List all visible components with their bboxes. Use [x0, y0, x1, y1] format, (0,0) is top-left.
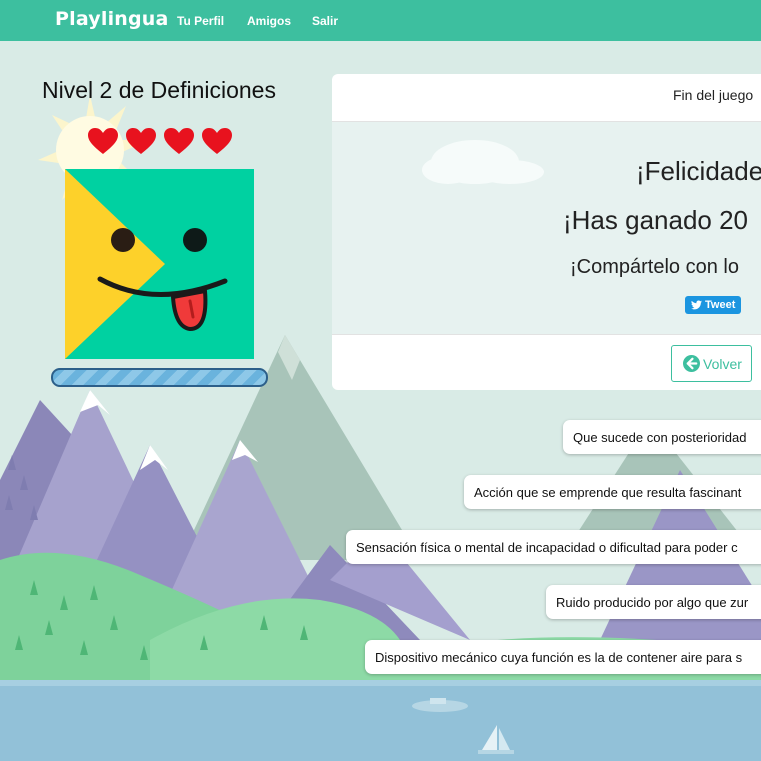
panel-title: Fin del juego: [673, 87, 754, 103]
panel-footer: Volver: [332, 334, 761, 390]
twitter-bird-icon: [691, 300, 702, 310]
panel-body: ¡Felicidade ¡Has ganado 20 ¡Compártelo c…: [332, 122, 761, 334]
congrats-heading: ¡Felicidade: [636, 156, 761, 186]
definition-card[interactable]: Ruido producido por algo que zur: [546, 585, 761, 619]
definition-text: Que sucede con posterioridad: [573, 430, 747, 445]
game-over-panel: Fin del juego ¡Felicidade ¡Has ganado 20…: [332, 74, 761, 390]
game-page: Playlingua Tu Perfil Amigos Salir Nivel …: [0, 0, 761, 761]
mascot-icon: [65, 169, 254, 359]
share-prompt: ¡Compártelo con lo: [570, 256, 739, 278]
definition-text: Dispositivo mecánico cuya función es la …: [375, 650, 743, 665]
definition-text: Ruido producido por algo que zur: [556, 595, 749, 610]
panel-header: Fin del juego: [332, 74, 761, 122]
definition-card[interactable]: Acción que se emprende que resulta fasci…: [464, 475, 761, 509]
arrow-circle-left-icon: [683, 355, 700, 372]
definition-card[interactable]: Dispositivo mecánico cuya función es la …: [365, 640, 761, 674]
heart-icon: [164, 128, 194, 154]
level-progress-bar: [51, 368, 268, 387]
score-heading: ¡Has ganado 20: [563, 205, 749, 235]
definition-card[interactable]: Sensación física o mental de incapacidad…: [346, 530, 761, 564]
nav-link-friends[interactable]: Amigos: [247, 14, 291, 28]
heart-icon: [126, 128, 156, 154]
level-title: Nivel 2 de Definiciones: [42, 77, 276, 103]
navbar: Playlingua Tu Perfil Amigos Salir: [0, 0, 761, 41]
back-button[interactable]: Volver: [671, 345, 752, 382]
nav-link-logout[interactable]: Salir: [312, 14, 338, 28]
definition-card[interactable]: Que sucede con posterioridad: [563, 420, 761, 454]
definition-text: Acción que se emprende que resulta fasci…: [474, 485, 742, 500]
tweet-label: Tweet: [705, 299, 736, 311]
heart-icon: [202, 128, 232, 154]
tweet-button[interactable]: Tweet: [685, 296, 741, 314]
cloud-icon: [422, 140, 544, 184]
heart-icon: [88, 128, 118, 154]
definition-text: Sensación física o mental de incapacidad…: [356, 540, 738, 555]
brand-logo[interactable]: Playlingua: [55, 8, 169, 30]
back-label: Volver: [703, 356, 742, 372]
nav-link-profile[interactable]: Tu Perfil: [177, 14, 224, 28]
